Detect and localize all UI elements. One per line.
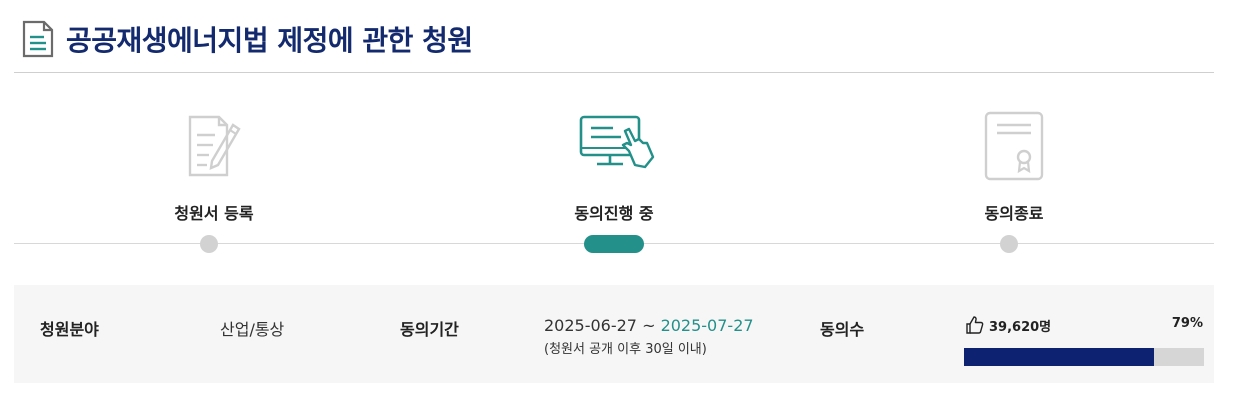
period-label: 동의기간	[400, 320, 459, 339]
step-registration: 청원서 등록	[94, 105, 334, 224]
document-pen-icon	[188, 115, 241, 177]
period-end: 2025-07-27	[660, 316, 754, 335]
step-closed: 동의종료	[894, 105, 1134, 224]
thumbs-up-icon	[966, 316, 984, 334]
step-dot-registration	[200, 235, 218, 253]
vote-count: 39,620명	[989, 319, 1052, 335]
certificate-icon	[984, 111, 1044, 181]
petition-info-panel: 청원분야 산업/통상 동의기간 2025-06-27 ~ 2025-07-27 …	[14, 285, 1214, 383]
period-value: 2025-06-27 ~ 2025-07-27 (청원서 공개 이후 30일 이…	[544, 316, 754, 357]
document-icon	[22, 20, 54, 58]
period-note: (청원서 공개 이후 30일 이내)	[544, 342, 707, 357]
period-start: 2025-06-27	[544, 316, 637, 335]
step-in-progress: 동의진행 중	[494, 105, 734, 224]
votes-label: 동의수	[820, 320, 865, 339]
title-divider	[14, 72, 1214, 73]
period-dates: 2025-06-27 ~ 2025-07-27	[544, 316, 754, 335]
step-label: 청원서 등록	[174, 204, 254, 223]
step-label: 동의진행 중	[574, 204, 654, 223]
vote-count-row: 39,620명	[965, 315, 1051, 335]
category-label: 청원분야	[40, 320, 99, 339]
vote-progress-fill	[964, 348, 1154, 366]
step-label: 동의종료	[984, 204, 1044, 223]
step-dot-closed	[1000, 235, 1018, 253]
page-header: 공공재생에너지법 제정에 관한 청원	[22, 14, 473, 64]
page-title: 공공재생에너지법 제정에 관한 청원	[66, 24, 473, 57]
period-separator: ~	[636, 316, 661, 335]
monitor-touch-icon	[579, 115, 655, 169]
vote-percent: 79%	[1171, 316, 1203, 331]
step-indicator-active	[584, 235, 644, 253]
category-value: 산업/통상	[220, 320, 285, 339]
vote-progress-bar	[964, 348, 1204, 366]
